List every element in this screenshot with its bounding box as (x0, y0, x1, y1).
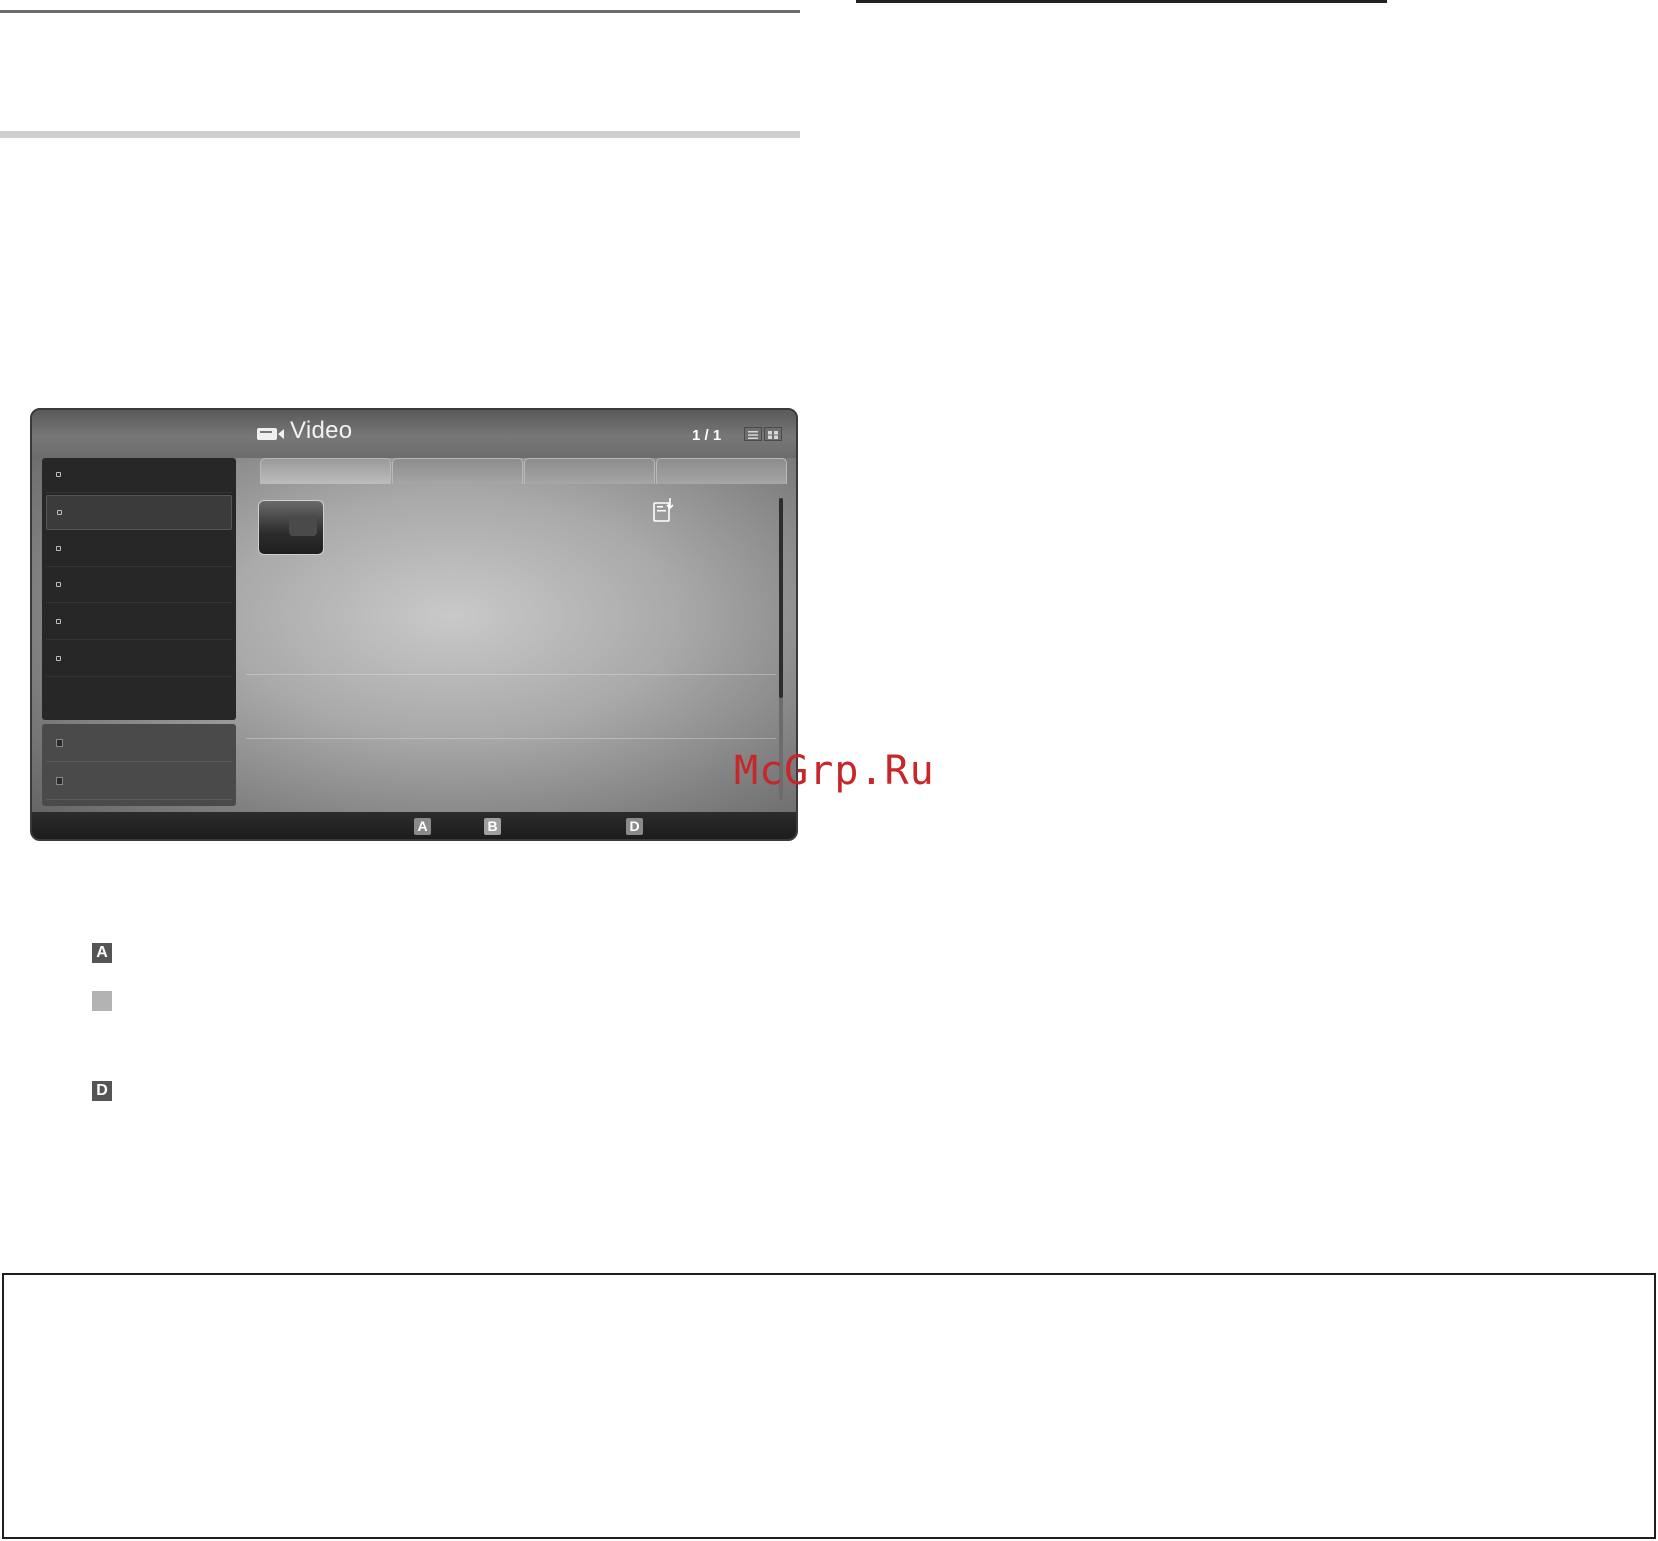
row-divider (246, 738, 776, 739)
bullet-icon (56, 619, 61, 624)
legend-key-d: D (92, 1081, 112, 1101)
watermark: McGrp.Ru (734, 748, 935, 794)
legend-key-b (92, 991, 112, 1011)
device-icon (56, 777, 63, 785)
sidebar-item[interactable] (46, 642, 232, 677)
list-view-button[interactable] (744, 427, 762, 441)
row-divider (246, 674, 776, 675)
screen-header: Video 1 / 1 (32, 410, 796, 458)
bullet-icon (57, 510, 62, 515)
device-icon (56, 739, 63, 747)
bullet-icon (56, 582, 61, 587)
bullet-icon (56, 472, 61, 477)
video-camera-icon (257, 428, 284, 440)
legend-key-a: A (92, 943, 112, 963)
scrollbar-thumb[interactable] (779, 498, 783, 698)
note-box (2, 1273, 1656, 1539)
tv-screen: Video 1 / 1 A B D (30, 408, 798, 841)
thumbnail-frame (289, 516, 317, 536)
tab-2[interactable] (392, 458, 523, 484)
sidebar-menu (42, 458, 236, 720)
page-indicator: 1 / 1 (692, 427, 722, 444)
file-info-icon (653, 498, 674, 522)
screen-title: Video (290, 417, 353, 444)
file-list (246, 484, 782, 802)
device-list (42, 724, 236, 806)
color-key-bar: A B D (32, 812, 796, 839)
sidebar-item[interactable] (46, 605, 232, 640)
key-a-button[interactable]: A (414, 818, 431, 835)
tab-4[interactable] (656, 458, 787, 484)
key-d-button[interactable]: D (626, 818, 643, 835)
key-b-button[interactable]: B (484, 818, 501, 835)
sidebar-item-selected[interactable] (46, 495, 232, 530)
list-icon (748, 431, 758, 439)
grid-view-button[interactable] (764, 427, 782, 441)
tab-1[interactable] (260, 458, 391, 484)
top-rule-light (0, 131, 800, 138)
sidebar-item[interactable] (46, 568, 232, 603)
device-item[interactable] (46, 762, 232, 800)
top-rule-dark (0, 10, 800, 13)
bullet-icon (56, 656, 61, 661)
bullet-icon (56, 546, 61, 551)
device-item[interactable] (46, 724, 232, 762)
tab-3[interactable] (524, 458, 655, 484)
video-thumbnail[interactable] (258, 500, 324, 555)
sidebar-item[interactable] (46, 458, 232, 493)
top-right-rule (856, 0, 1387, 3)
grid-icon (768, 431, 778, 439)
sidebar-item[interactable] (46, 532, 232, 567)
